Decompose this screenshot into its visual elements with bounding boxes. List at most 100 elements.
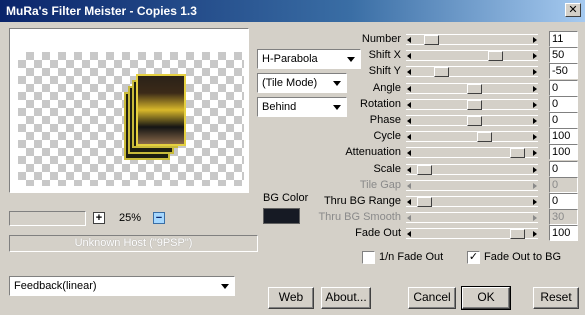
arrow-left-icon[interactable] <box>407 53 411 59</box>
slider-row: Scale 0 <box>300 161 580 177</box>
arrow-right-icon[interactable] <box>533 37 537 43</box>
slider-thumb[interactable] <box>467 84 482 94</box>
arrow-left-icon[interactable] <box>407 86 411 92</box>
arrow-left-icon[interactable] <box>407 231 411 237</box>
slider-label: Tile Gap <box>359 179 401 191</box>
arrow-left-icon <box>407 183 411 189</box>
slider-value-field[interactable]: 0 <box>549 161 578 177</box>
slider-row: Fade Out 100 <box>300 225 580 241</box>
slider-row: Shift X 50 <box>300 47 580 63</box>
arrow-right-icon[interactable] <box>533 231 537 237</box>
slider-thumb[interactable] <box>510 148 525 158</box>
slider-track[interactable] <box>406 164 538 175</box>
arrow-left-icon[interactable] <box>407 37 411 43</box>
about-button[interactable]: About... <box>321 287 371 309</box>
slider-track[interactable] <box>406 131 538 142</box>
slider-value-field[interactable]: 100 <box>549 225 578 241</box>
slider-value-field[interactable]: 0 <box>549 80 578 96</box>
chevron-down-icon[interactable] <box>217 279 232 293</box>
arrow-left-icon[interactable] <box>407 167 411 173</box>
slider-track[interactable] <box>406 196 538 207</box>
slider-row: Angle 0 <box>300 80 580 96</box>
fade-n-checkbox[interactable]: 1/n Fade Out <box>362 249 443 265</box>
slider-value-field[interactable]: 0 <box>549 193 578 209</box>
checkbox-box[interactable]: ✓ <box>467 250 480 264</box>
slider-label: Fade Out <box>355 227 401 239</box>
slider-value-field[interactable]: 50 <box>549 47 578 63</box>
cancel-button[interactable]: Cancel <box>408 287 456 309</box>
slider-label: Thru BG Smooth <box>318 211 401 223</box>
slider-track[interactable] <box>406 115 538 126</box>
slider-value-field: 0 <box>549 177 578 193</box>
slider-thumb[interactable] <box>424 35 439 45</box>
arrow-right-icon[interactable] <box>533 53 537 59</box>
bg-color-swatch[interactable] <box>263 208 300 224</box>
zoom-level: 25% <box>118 212 142 224</box>
arrow-left-icon[interactable] <box>407 69 411 75</box>
slider-track[interactable] <box>406 50 538 61</box>
arrow-left-icon[interactable] <box>407 150 411 156</box>
feedback-select-value: Feedback(linear) <box>14 280 97 292</box>
checkbox-box[interactable] <box>362 250 375 264</box>
slider-track[interactable] <box>406 147 538 158</box>
slider-thumb[interactable] <box>417 165 432 175</box>
close-icon[interactable]: ✕ <box>565 3 581 17</box>
window-title: MuRa's Filter Meister - Copies 1.3 <box>6 4 197 18</box>
slider-row: Thru BG Smooth 30 <box>300 209 580 225</box>
arrow-right-icon[interactable] <box>533 150 537 156</box>
arrow-right-icon[interactable] <box>533 102 537 108</box>
arrow-right-icon[interactable] <box>533 86 537 92</box>
slider-track[interactable] <box>406 99 538 110</box>
slider-value-field[interactable]: 0 <box>549 112 578 128</box>
arrow-left-icon[interactable] <box>407 118 411 124</box>
zoom-slider[interactable] <box>9 211 86 226</box>
slider-label: Thru BG Range <box>323 195 401 207</box>
slider-value-field[interactable]: 0 <box>549 96 578 112</box>
checkbox-label: Fade Out to BG <box>484 251 562 263</box>
slider-track[interactable] <box>406 83 538 94</box>
zoom-out-button[interactable]: − <box>153 212 165 224</box>
web-button[interactable]: Web <box>268 287 314 309</box>
fade-to-bg-checkbox[interactable]: ✓ Fade Out to BG <box>467 249 561 265</box>
slider-thumb[interactable] <box>488 51 503 61</box>
ok-button[interactable]: OK <box>461 286 511 310</box>
slider-row: Number 11 <box>300 31 580 47</box>
slider-track[interactable] <box>406 66 538 77</box>
arrow-right-icon <box>533 183 537 189</box>
arrow-right-icon[interactable] <box>533 69 537 75</box>
slider-label: Shift X <box>368 49 401 61</box>
slider-thumb[interactable] <box>467 100 482 110</box>
slider-row: Tile Gap 0 <box>300 177 580 193</box>
slider-row: Phase 0 <box>300 112 580 128</box>
zoom-in-button[interactable]: + <box>93 212 105 224</box>
slider-track <box>406 212 538 223</box>
slider-label: Phase <box>369 114 401 126</box>
preview-panel[interactable] <box>9 28 249 193</box>
slider-thumb[interactable] <box>510 229 525 239</box>
slider-label: Number <box>361 33 401 45</box>
slider-value-field[interactable]: -50 <box>549 63 578 79</box>
arrow-left-icon[interactable] <box>407 134 411 140</box>
slider-row: Rotation 0 <box>300 96 580 112</box>
slider-thumb[interactable] <box>467 116 482 126</box>
feedback-select[interactable]: Feedback(linear) <box>9 276 235 296</box>
reset-button[interactable]: Reset <box>533 287 579 309</box>
arrow-left-icon[interactable] <box>407 199 411 205</box>
slider-value-field[interactable]: 11 <box>549 31 578 47</box>
slider-thumb[interactable] <box>434 67 449 77</box>
arrow-right-icon[interactable] <box>533 167 537 173</box>
slider-thumb[interactable] <box>477 132 492 142</box>
arrow-right-icon[interactable] <box>533 118 537 124</box>
slider-label: Angle <box>372 82 401 94</box>
slider-track[interactable] <box>406 228 538 239</box>
slider-track <box>406 180 538 191</box>
slider-value-field[interactable]: 100 <box>549 128 578 144</box>
slider-thumb[interactable] <box>417 197 432 207</box>
slider-track[interactable] <box>406 34 538 45</box>
arrow-left-icon <box>407 215 411 221</box>
arrow-right-icon[interactable] <box>533 199 537 205</box>
slider-value-field[interactable]: 100 <box>549 144 578 160</box>
arrow-left-icon[interactable] <box>407 102 411 108</box>
arrow-right-icon[interactable] <box>533 134 537 140</box>
checkbox-label: 1/n Fade Out <box>379 251 444 263</box>
